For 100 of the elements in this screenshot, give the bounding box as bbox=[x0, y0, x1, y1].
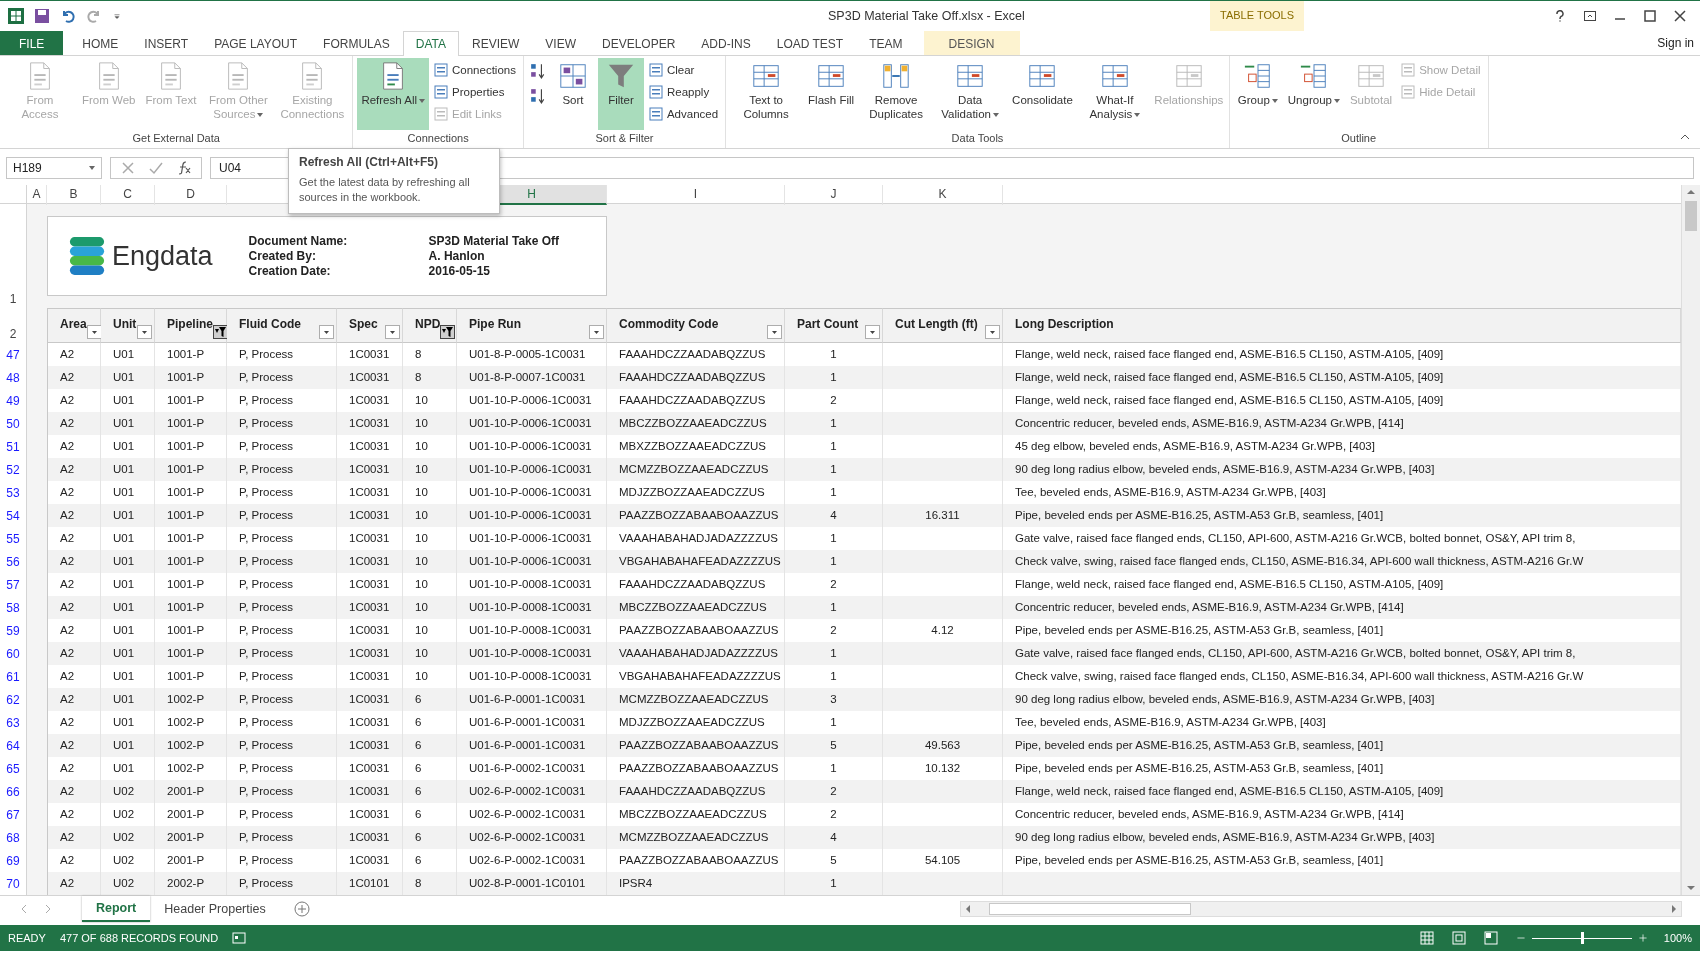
ribbon-button[interactable]: Flash Fill bbox=[804, 58, 859, 130]
ribbon-tab[interactable]: ADD-INS bbox=[688, 31, 764, 55]
help-icon[interactable] bbox=[1554, 10, 1566, 22]
zoom-in-icon[interactable] bbox=[1637, 931, 1648, 945]
next-sheet-icon[interactable] bbox=[44, 903, 52, 914]
zoom-level[interactable]: 100% bbox=[1663, 932, 1692, 944]
maximize-icon[interactable] bbox=[1644, 10, 1656, 22]
ribbon-tab[interactable]: LOAD TEST bbox=[763, 31, 857, 55]
redo-icon[interactable] bbox=[86, 8, 102, 24]
ribbon-tab[interactable]: DEVELOPER bbox=[589, 31, 689, 55]
ribbon-button[interactable]: What-If Analysis bbox=[1078, 58, 1151, 130]
ribbon-tab[interactable]: INSERT bbox=[131, 31, 202, 55]
column-header[interactable]: D bbox=[155, 185, 227, 205]
ribbon-tab[interactable]: REVIEW bbox=[459, 31, 533, 55]
ribbon-button[interactable]: Properties bbox=[431, 82, 519, 101]
table-cell: 10 bbox=[403, 573, 457, 596]
row-number[interactable]: 59 bbox=[0, 619, 27, 642]
ribbon-button[interactable]: Data Validation bbox=[934, 58, 1007, 130]
normal-view-icon[interactable] bbox=[1419, 931, 1434, 945]
ribbon-button[interactable]: Group bbox=[1233, 58, 1282, 130]
row-number[interactable]: 48 bbox=[0, 366, 27, 389]
row-number[interactable]: 69 bbox=[0, 849, 27, 872]
sign-in-link[interactable]: Sign in bbox=[1651, 31, 1700, 55]
ribbon-button[interactable]: Consolidate bbox=[1008, 58, 1077, 130]
ribbon-tab[interactable]: HOME bbox=[69, 31, 132, 55]
row-number[interactable]: 54 bbox=[0, 504, 27, 527]
cancel-icon[interactable] bbox=[121, 161, 135, 175]
page-layout-icon[interactable] bbox=[1451, 931, 1466, 945]
row-number[interactable]: 49 bbox=[0, 389, 27, 412]
row-number[interactable]: 70 bbox=[0, 872, 27, 895]
ribbon-tab[interactable]: FILE bbox=[0, 31, 64, 55]
table-cell: A2 bbox=[47, 389, 101, 412]
column-header[interactable]: C bbox=[101, 185, 155, 205]
ribbon-button[interactable]: Refresh All bbox=[357, 58, 429, 130]
row-number[interactable]: 52 bbox=[0, 458, 27, 481]
row-number[interactable]: 64 bbox=[0, 734, 27, 757]
check-icon[interactable] bbox=[149, 161, 163, 175]
ribbon-button[interactable]: Connections bbox=[431, 60, 519, 79]
filter-dropdown-button[interactable] bbox=[440, 325, 456, 339]
ribbon-tab[interactable]: TEAM bbox=[856, 31, 916, 55]
scroll-thumb[interactable] bbox=[989, 902, 1191, 915]
column-header[interactable]: A bbox=[27, 185, 47, 205]
function-icon[interactable] bbox=[177, 161, 191, 175]
row-number[interactable]: 53 bbox=[0, 481, 27, 504]
row-number[interactable]: 55 bbox=[0, 527, 27, 550]
ribbon-tab[interactable]: DATA bbox=[402, 31, 459, 56]
previous-sheet-icon[interactable] bbox=[20, 903, 28, 914]
row-number[interactable]: 57 bbox=[0, 573, 27, 596]
row-number[interactable]: 60 bbox=[0, 642, 27, 665]
add-sheet-icon[interactable] bbox=[293, 900, 310, 917]
ribbon-tab[interactable]: FORMULAS bbox=[310, 31, 403, 55]
save-icon[interactable] bbox=[34, 8, 50, 24]
row-number[interactable]: 62 bbox=[0, 688, 27, 711]
row-number[interactable]: 56 bbox=[0, 550, 27, 573]
field-value: A. Hanlon bbox=[428, 249, 486, 263]
horizontal-scrollbar[interactable] bbox=[960, 900, 1682, 917]
table-cell: Pipe, beveled ends per ASME-B16.25, ASTM-A53 Gr.B, seamless, [401] bbox=[1003, 619, 1681, 642]
close-icon[interactable] bbox=[1674, 10, 1686, 22]
ribbon-button[interactable]: Reapply bbox=[645, 82, 722, 101]
column-header[interactable]: J bbox=[785, 185, 883, 205]
ribbon-button[interactable]: Filter bbox=[597, 58, 644, 130]
row-number[interactable]: 2 bbox=[0, 308, 27, 343]
table-cell: 10.132 bbox=[883, 757, 1003, 780]
ribbon-display-icon[interactable] bbox=[1584, 10, 1596, 22]
column-header[interactable]: B bbox=[47, 185, 101, 205]
undo-icon[interactable] bbox=[60, 8, 76, 24]
ribbon-tab[interactable]: VIEW bbox=[532, 31, 589, 55]
sheet-tab[interactable]: Report bbox=[82, 895, 151, 922]
row-number[interactable]: 58 bbox=[0, 596, 27, 619]
ribbon-button[interactable]: Text to Columns bbox=[730, 58, 803, 130]
row-number[interactable]: 50 bbox=[0, 412, 27, 435]
name-box[interactable]: H189 bbox=[6, 157, 102, 179]
ribbon-tab[interactable]: DESIGN bbox=[923, 31, 1020, 55]
ribbon-button[interactable]: Clear bbox=[645, 60, 722, 79]
row-number[interactable]: 65 bbox=[0, 757, 27, 780]
ribbon-button[interactable]: Remove Duplicates bbox=[860, 58, 933, 130]
column-header[interactable]: K bbox=[883, 185, 1003, 205]
scroll-thumb[interactable] bbox=[1685, 201, 1697, 231]
ribbon-button[interactable]: Advanced bbox=[645, 104, 722, 123]
table-cell: Flange, weld neck, raised face flanged end, ASME-B16.5 CL150, ASTM-A105, [409] bbox=[1003, 573, 1681, 596]
table-cell: Pipe, beveled ends per ASME-B16.25, ASTM-A53 Gr.B, seamless, [401] bbox=[1003, 757, 1681, 780]
row-number[interactable]: 1 bbox=[0, 204, 27, 308]
ribbon-button[interactable]: Ungroup bbox=[1283, 58, 1344, 130]
row-number[interactable]: 67 bbox=[0, 803, 27, 826]
row-number[interactable]: 68 bbox=[0, 826, 27, 849]
page-break-icon[interactable] bbox=[1483, 931, 1498, 945]
table-cell: 1001-P bbox=[155, 619, 227, 642]
row-number[interactable]: 61 bbox=[0, 665, 27, 688]
row-number[interactable]: 47 bbox=[0, 343, 27, 366]
zoom-slider-thumb[interactable] bbox=[1580, 931, 1584, 944]
vertical-scrollbar[interactable] bbox=[1681, 185, 1700, 895]
row-number[interactable]: 51 bbox=[0, 435, 27, 458]
row-number[interactable]: 63 bbox=[0, 711, 27, 734]
macro-record-icon[interactable] bbox=[232, 931, 247, 945]
column-header[interactable]: I bbox=[607, 185, 785, 205]
row-number[interactable]: 66 bbox=[0, 780, 27, 803]
ribbon-tab[interactable]: PAGE LAYOUT bbox=[201, 31, 311, 55]
sheet-tab[interactable]: Header Properties bbox=[150, 896, 280, 921]
ribbon-button[interactable]: Sort bbox=[549, 58, 596, 130]
table-cell: 4.12 bbox=[883, 619, 1003, 642]
